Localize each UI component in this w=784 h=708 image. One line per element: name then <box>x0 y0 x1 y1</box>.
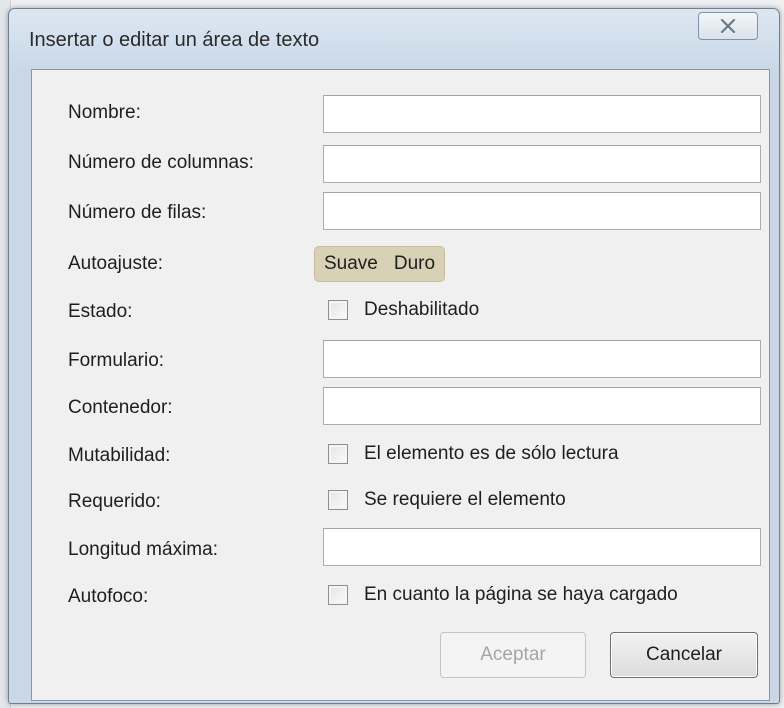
estado-checkbox[interactable] <box>328 300 348 320</box>
filas-input[interactable] <box>323 192 761 230</box>
autoajuste-option-duro[interactable]: Duro <box>391 253 438 275</box>
estado-label: Estado: <box>68 301 133 322</box>
autofoco-checkbox-label: En cuanto la página se haya cargado <box>364 584 678 605</box>
autoajuste-label: Autoajuste: <box>68 253 164 274</box>
contenedor-label: Contenedor: <box>68 397 173 418</box>
autofoco-label: Autofoco: <box>68 586 149 607</box>
mutabilidad-checkbox-label: El elemento es de sólo lectura <box>364 443 619 464</box>
mutabilidad-checkbox-row[interactable]: El elemento es de sólo lectura <box>328 443 619 465</box>
autofoco-checkbox[interactable] <box>328 585 348 605</box>
filas-label: Número de filas: <box>68 202 207 223</box>
dialog-titlebar: Insertar o editar un área de texto <box>9 9 779 67</box>
longitud-label: Longitud máxima: <box>68 539 218 560</box>
requerido-checkbox-label: Se requiere el elemento <box>364 489 566 510</box>
nombre-input[interactable] <box>323 95 761 133</box>
cancel-button[interactable]: Cancelar <box>610 632 758 678</box>
dialog-title: Insertar o editar un área de texto <box>29 29 320 51</box>
estado-checkbox-row[interactable]: Deshabilitado <box>328 299 479 321</box>
close-icon <box>720 15 736 34</box>
longitud-input[interactable] <box>323 528 761 566</box>
close-button[interactable] <box>698 12 758 40</box>
autoajuste-toggle: Suave Duro <box>314 246 446 282</box>
requerido-label: Requerido: <box>68 491 161 512</box>
mutabilidad-checkbox[interactable] <box>328 444 348 464</box>
contenedor-input[interactable] <box>323 387 761 425</box>
textarea-dialog: Insertar o editar un área de texto Nombr… <box>8 8 780 704</box>
requerido-checkbox-row[interactable]: Se requiere el elemento <box>328 489 566 511</box>
accept-button[interactable]: Aceptar <box>440 632 586 678</box>
formulario-input[interactable] <box>323 340 761 378</box>
autoajuste-option-suave[interactable]: Suave <box>321 253 381 275</box>
estado-checkbox-label: Deshabilitado <box>364 299 480 320</box>
autofoco-checkbox-row[interactable]: En cuanto la página se haya cargado <box>328 584 678 606</box>
formulario-label: Formulario: <box>68 350 165 371</box>
columnas-label: Número de columnas: <box>68 152 254 173</box>
mutabilidad-label: Mutabilidad: <box>68 445 171 466</box>
requerido-checkbox[interactable] <box>328 490 348 510</box>
columnas-input[interactable] <box>323 145 761 183</box>
nombre-label: Nombre: <box>68 102 141 123</box>
dialog-body: Nombre: Número de columnas: Número de fi… <box>31 69 770 701</box>
